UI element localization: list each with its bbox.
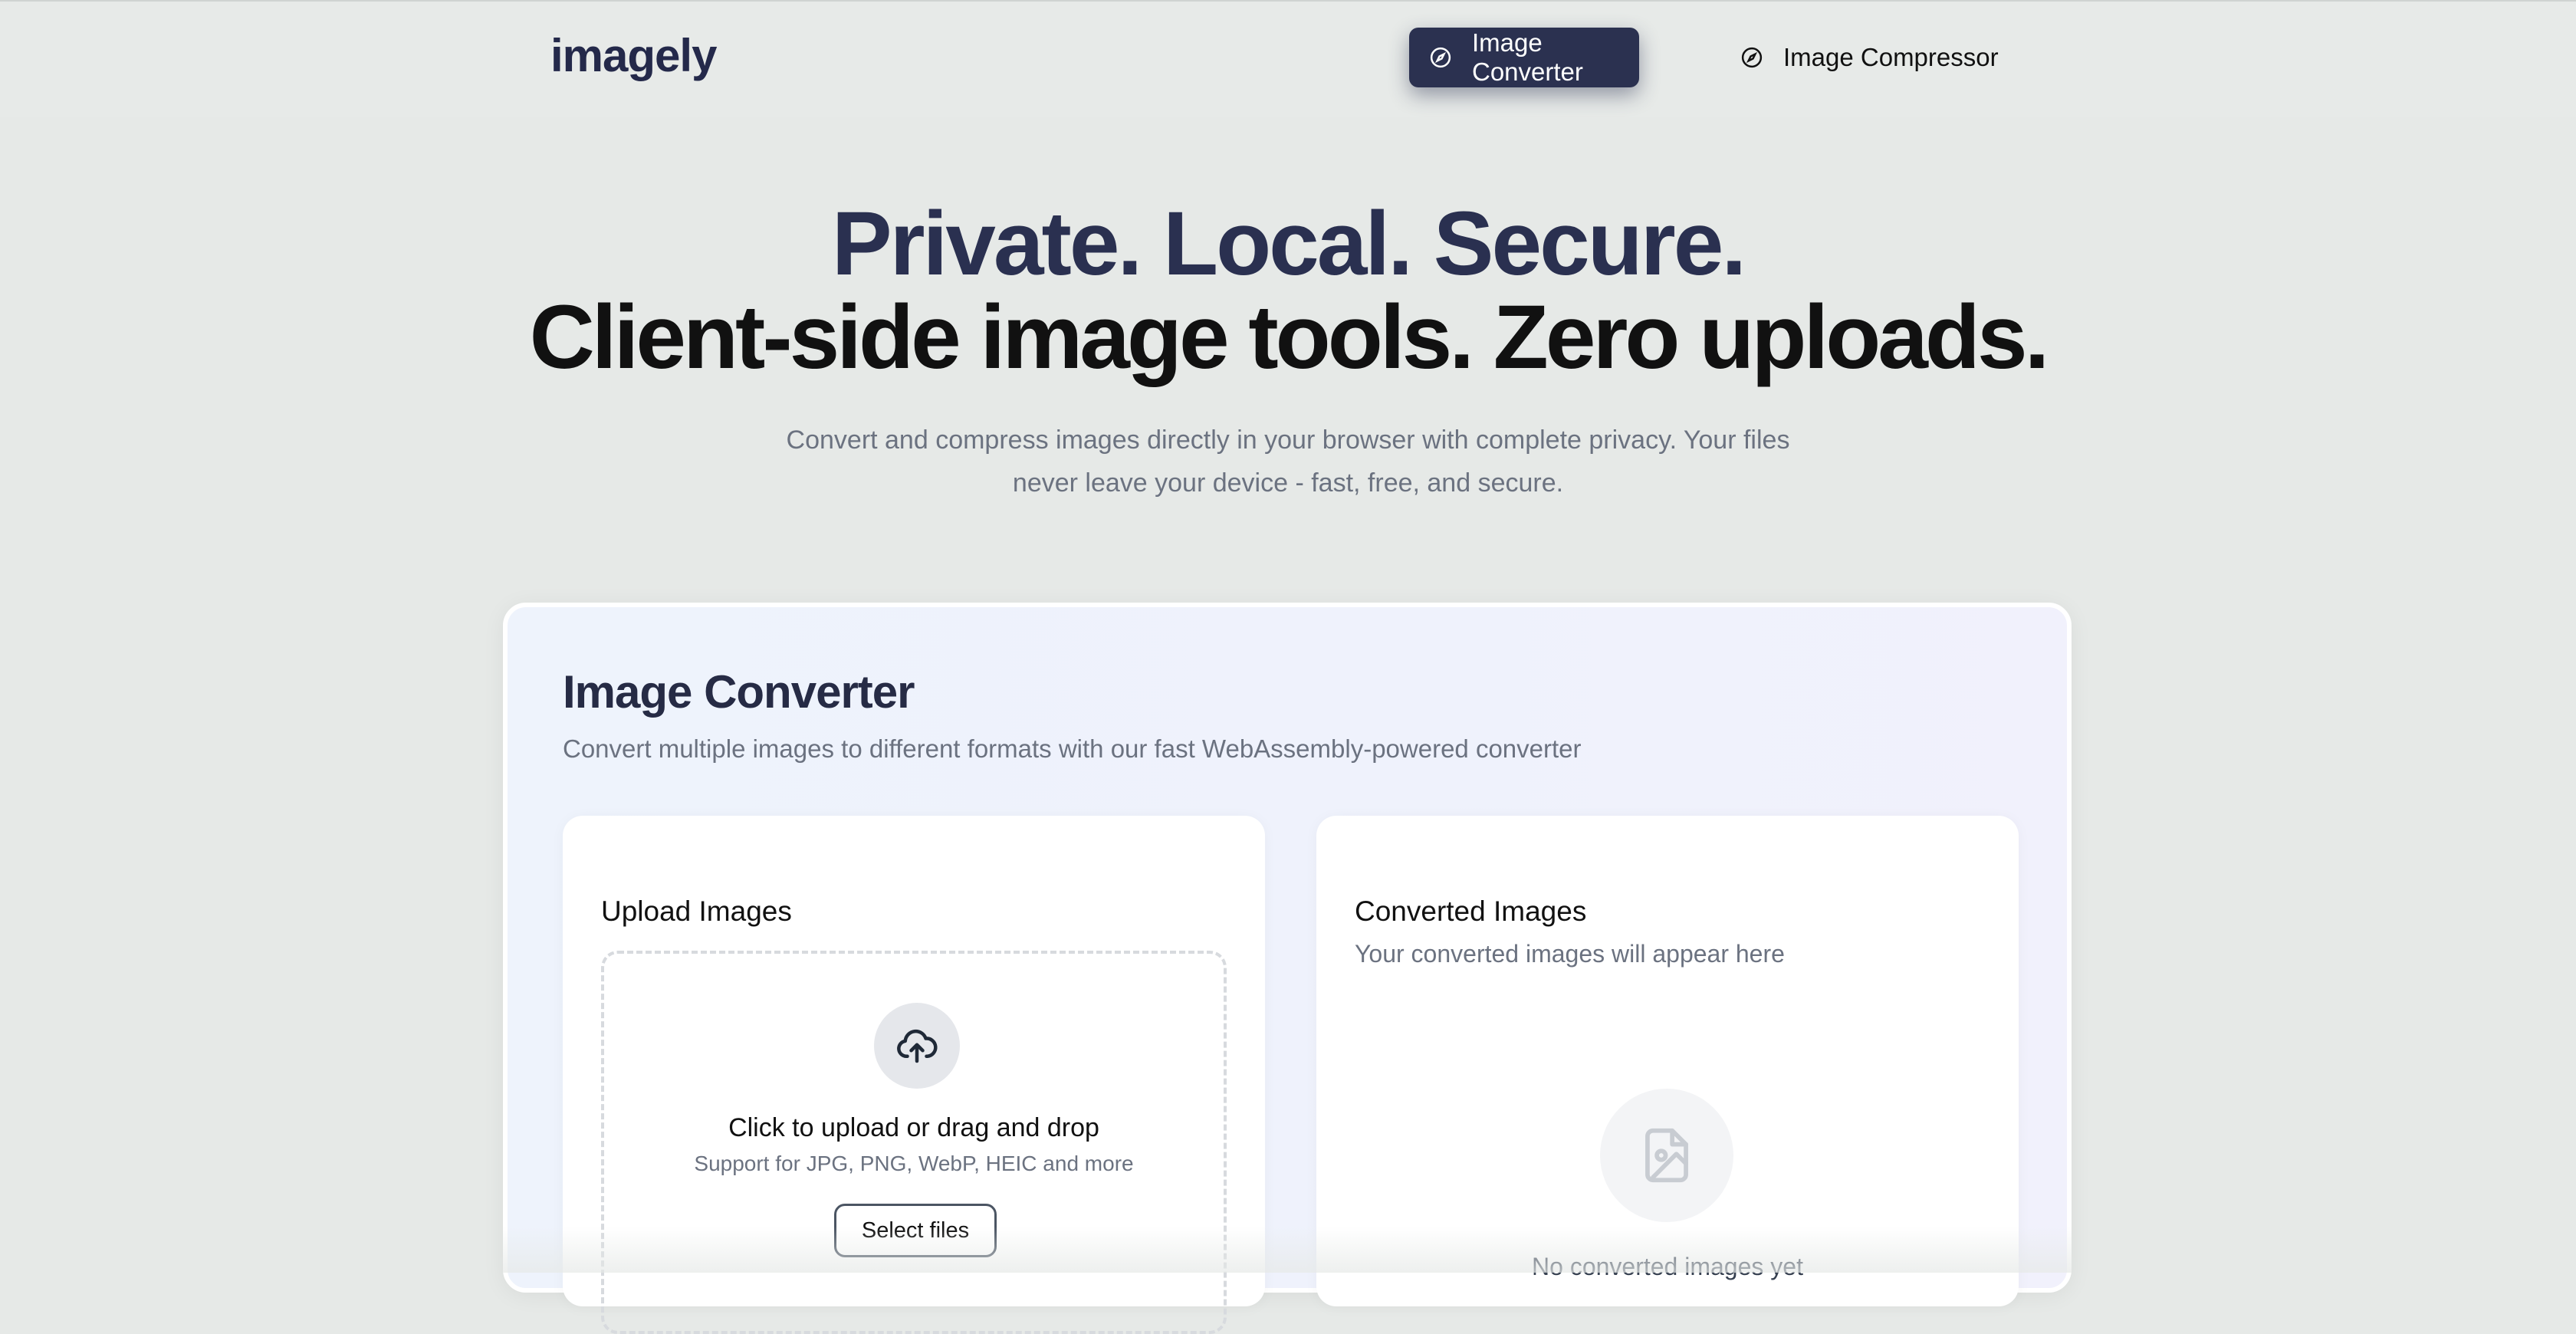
nav-label: Image Compressor: [1783, 43, 1999, 71]
nav-image-compressor-button[interactable]: Image Compressor: [1740, 28, 1999, 87]
empty-state-text: No converted images yet: [1532, 1253, 1803, 1280]
upload-panel: Upload Images Click to upload or drag an…: [563, 816, 1265, 1334]
dropzone-hint: Support for JPG, PNG, WebP, HEIC and mor…: [694, 1152, 1134, 1175]
converter-subtitle: Convert multiple images to different for…: [563, 734, 1582, 763]
converted-panel-subtitle: Your converted images will appear here: [1355, 940, 1785, 968]
upload-dropzone[interactable]: Click to upload or drag and drop Support…: [601, 951, 1227, 1334]
logo[interactable]: imagely: [550, 29, 717, 82]
dropzone-text: Click to upload or drag and drop: [728, 1113, 1099, 1142]
converter-title: Image Converter: [563, 666, 915, 718]
compass-icon: [1740, 46, 1763, 69]
nav-image-converter-button[interactable]: Image Converter: [1409, 28, 1639, 87]
hero-title-line-2: Client-side image tools. Zero uploads.: [529, 287, 2050, 388]
cloud-upload-icon: [874, 1003, 960, 1089]
compass-icon: [1429, 46, 1452, 69]
upload-panel-title: Upload Images: [601, 895, 792, 927]
hero-subtitle: Convert and compress images directly in …: [786, 426, 1790, 498]
image-file-icon: [1600, 1089, 1733, 1222]
converted-panel-title: Converted Images: [1355, 895, 1587, 927]
converter-card: Image Converter Convert multiple images …: [503, 603, 2072, 1334]
converted-images-panel: Converted Images Your converted images w…: [1316, 816, 2019, 1306]
select-files-button[interactable]: Select files: [834, 1204, 997, 1257]
nav-label: Image Converter: [1472, 28, 1583, 86]
hero-title-line-1: Private. Local. Secure.: [831, 193, 1746, 294]
top-navigation-bar: imagely Image Converter Image Compressor: [0, 0, 2576, 117]
